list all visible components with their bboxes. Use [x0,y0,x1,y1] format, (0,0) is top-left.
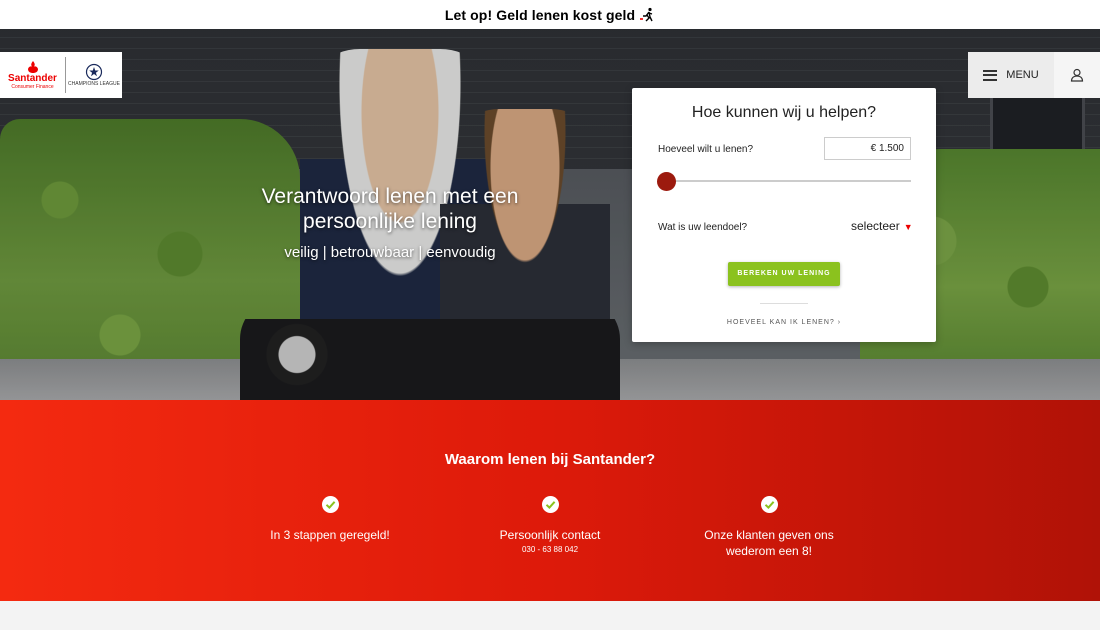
check-icon [760,496,778,513]
warning-banner: Let op! Geld lenen kost geld [0,0,1100,29]
amount-label: Hoeveel wilt u lenen? [658,144,754,155]
running-man-icon [640,7,653,21]
calculator-title: Hoe kunnen wij u helpen? [691,104,877,121]
why-item: Onze klanten geven ons wederom een 8! [679,496,859,559]
page-bottom [0,601,1100,630]
why-section: Waarom lenen bij Santander? In 3 stappen… [0,400,1100,601]
purpose-select[interactable]: selecteer ▼ [851,219,913,233]
partner-name: CHAMPIONS LEAGUE [68,81,120,87]
purpose-label: Wat is uw leendoel? [658,222,748,233]
amount-slider-handle[interactable] [657,172,676,191]
hamburger-icon [983,69,998,81]
check-icon [321,496,339,513]
why-item-label: In 3 stappen geregeld! [270,528,390,542]
brand-sub: Consumer Finance [11,83,54,90]
flame-icon [27,60,38,73]
chevron-down-icon: ▼ [903,222,913,232]
why-item: Persoonlijk contact 030 - 63 88 042 [460,496,640,554]
amount-input[interactable]: € 1.500 [824,137,911,160]
calculate-loan-button[interactable]: BEREKEN UW LENING [728,262,840,286]
amount-slider-track[interactable] [666,180,911,182]
warning-text: Let op! Geld lenen kost geld [444,6,636,23]
phone-number[interactable]: 030 - 63 88 042 [460,545,640,554]
hero-title: Verantwoord lenen met een persoonlijke l… [261,185,519,233]
how-much-can-i-borrow-link[interactable]: HOEVEEL KAN IK LENEN? › [632,319,936,326]
hero-subtitle: veilig | betrouwbaar | eenvoudig [284,244,496,261]
why-item-label: Persoonlijk contact [499,528,601,542]
starball-icon [85,63,103,81]
why-item: In 3 stappen geregeld! [240,496,420,543]
why-title: Waarom lenen bij Santander? [444,451,656,468]
menu-label: MENU [1006,69,1039,81]
check-icon [541,496,559,513]
purpose-value: selecteer [851,219,900,233]
brand-name: Santander [8,72,57,84]
loan-calculator: Hoe kunnen wij u helpen? Hoeveel wilt u … [632,88,936,342]
divider [760,303,808,304]
user-icon [1070,68,1084,82]
santander-logo: Santander Consumer Finance [0,57,66,93]
champions-league-logo: CHAMPIONS LEAGUE [66,63,122,87]
account-button[interactable] [1054,52,1100,98]
menu-button[interactable]: MENU [968,52,1054,98]
why-item-label: Onze klanten geven ons wederom een 8! [704,528,834,558]
brand-logo[interactable]: Santander Consumer Finance CHAMPIONS LEA… [0,52,122,98]
